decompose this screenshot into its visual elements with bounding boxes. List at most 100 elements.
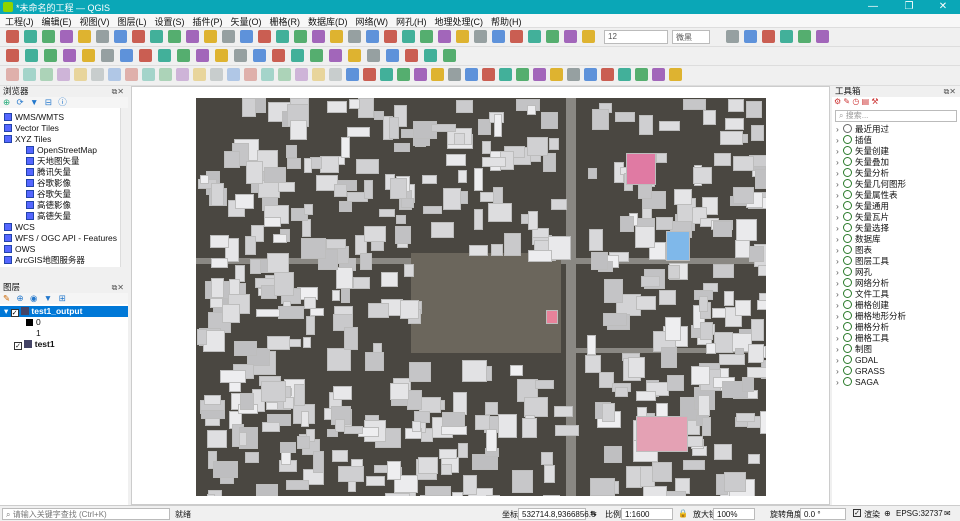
toolbar-tool-icon[interactable] xyxy=(60,30,73,43)
toolbar-tool-icon[interactable] xyxy=(386,49,399,62)
toolbar-tool-icon[interactable] xyxy=(158,49,171,62)
toolbox-provider-item[interactable]: › 矢量选择 xyxy=(836,223,889,234)
toolbar-tool-icon[interactable] xyxy=(261,68,274,81)
toolbar-tool-icon[interactable] xyxy=(798,30,811,43)
toolbar-tool-icon[interactable] xyxy=(780,30,793,43)
toolbar-tool-icon[interactable] xyxy=(346,68,359,81)
toolbar-tool-icon[interactable] xyxy=(424,49,437,62)
expand-arrow-icon[interactable]: › xyxy=(836,146,843,157)
toolbar-tool-icon[interactable] xyxy=(63,49,76,62)
toolbar-tool-icon[interactable] xyxy=(584,68,597,81)
collapse-icon[interactable]: ▾ xyxy=(4,306,8,316)
menu-settings[interactable]: 设置(S) xyxy=(152,14,188,29)
toolbox-provider-item[interactable]: › 栅格创建 xyxy=(836,300,889,311)
browser-item[interactable]: 天地图矢量 xyxy=(26,156,80,167)
browser-item[interactable]: ArcGIS地图服务器 xyxy=(4,255,85,266)
browser-item[interactable]: WFS / OGC API - Features xyxy=(4,233,117,244)
options-icon[interactable]: ⚒ xyxy=(871,97,878,106)
toolbar-tool-icon[interactable] xyxy=(291,49,304,62)
toolbar-tool-icon[interactable] xyxy=(294,30,307,43)
toolbar-tool-icon[interactable] xyxy=(329,49,342,62)
toggle-extents-icon[interactable]: ⇆ xyxy=(590,509,597,518)
browser-item[interactable]: WMS/WMTS xyxy=(4,112,64,123)
toolbox-provider-item[interactable]: › GDAL xyxy=(836,355,878,366)
toolbar-tool-icon[interactable] xyxy=(744,30,757,43)
toolbar-tool-icon[interactable] xyxy=(227,68,240,81)
expand-arrow-icon[interactable]: › xyxy=(836,245,843,256)
browser-item[interactable]: 谷歌矢量 xyxy=(26,189,71,200)
toolbar-tool-icon[interactable] xyxy=(258,30,271,43)
font-family-select[interactable]: 微黑 xyxy=(672,30,710,44)
panel-float-close-icon[interactable]: ⧉✕ xyxy=(112,86,124,97)
browser-item[interactable]: 高德矢量 xyxy=(26,211,71,222)
toolbar-tool-icon[interactable] xyxy=(234,49,247,62)
browser-item[interactable]: 高德影像 xyxy=(26,200,71,211)
toolbar-tool-icon[interactable] xyxy=(330,30,343,43)
toolbar-tool-icon[interactable] xyxy=(499,68,512,81)
toolbar-tool-icon[interactable] xyxy=(168,30,181,43)
toolbox-provider-item[interactable]: › 矢量几何图形 xyxy=(836,179,906,190)
toolbar-tool-icon[interactable] xyxy=(222,30,235,43)
expand-arrow-icon[interactable]: › xyxy=(836,355,843,366)
toolbar-tool-icon[interactable] xyxy=(456,30,469,43)
expand-arrow-icon[interactable]: › xyxy=(836,157,843,168)
toolbar-tool-icon[interactable] xyxy=(6,68,19,81)
browser-scrollbar[interactable] xyxy=(120,108,128,267)
toolbar-tool-icon[interactable] xyxy=(414,68,427,81)
toolbox-provider-item[interactable]: › 矢量通用 xyxy=(836,201,889,212)
toolbar-tool-icon[interactable] xyxy=(438,30,451,43)
toolbar-tool-icon[interactable] xyxy=(601,68,614,81)
layer-row-test1-output[interactable]: ▾ ✓ test1_output xyxy=(0,306,128,317)
browser-item[interactable]: OpenStreetMap xyxy=(26,145,97,156)
toolbar-tool-icon[interactable] xyxy=(546,30,559,43)
toolbar-tool-icon[interactable] xyxy=(510,30,523,43)
expand-arrow-icon[interactable]: › xyxy=(836,190,843,201)
toolbar-tool-icon[interactable] xyxy=(420,30,433,43)
toolbar-tool-icon[interactable] xyxy=(312,30,325,43)
toolbar-tool-icon[interactable] xyxy=(329,68,342,81)
panel-float-close-icon[interactable]: ⧉✕ xyxy=(112,282,124,293)
toolbar-tool-icon[interactable] xyxy=(516,68,529,81)
toolbar-tool-icon[interactable] xyxy=(176,68,189,81)
toolbar-tool-icon[interactable] xyxy=(204,30,217,43)
layer-row-test1[interactable]: ✓ test1 xyxy=(14,339,55,350)
style-icon[interactable]: ✎ xyxy=(3,293,10,303)
menu-help[interactable]: 帮助(H) xyxy=(488,14,525,29)
menu-vector[interactable]: 矢量(O) xyxy=(228,14,265,29)
toolbar-tool-icon[interactable] xyxy=(82,49,95,62)
toolbox-provider-item[interactable]: › 栅格工具 xyxy=(836,333,889,344)
toolbar-tool-icon[interactable] xyxy=(669,68,682,81)
browser-item[interactable]: 谷歌影像 xyxy=(26,178,71,189)
toolbar-tool-icon[interactable] xyxy=(215,49,228,62)
locator-search-input[interactable]: ⌕ 请输入关键字查找 (Ctrl+K) xyxy=(2,508,170,520)
refresh-icon[interactable]: ⟳ xyxy=(17,97,24,107)
toolbar-tool-icon[interactable] xyxy=(363,68,376,81)
menu-mesh[interactable]: 网孔(H) xyxy=(393,14,430,29)
toolbar-tool-icon[interactable] xyxy=(431,68,444,81)
toolbar-tool-icon[interactable] xyxy=(348,49,361,62)
toolbar-tool-icon[interactable] xyxy=(272,49,285,62)
browser-item[interactable]: 腾讯矢量 xyxy=(26,167,71,178)
add-selected-layers-icon[interactable]: ⊕ xyxy=(3,97,10,107)
toolbar-tool-icon[interactable] xyxy=(6,49,19,62)
toolbar-tool-icon[interactable] xyxy=(6,30,19,43)
toolbar-tool-icon[interactable] xyxy=(366,30,379,43)
expand-arrow-icon[interactable]: › xyxy=(836,234,843,245)
scripts-icon[interactable]: ✎ xyxy=(843,97,850,106)
history-icon[interactable]: ◷ xyxy=(852,97,859,106)
toolbar-tool-icon[interactable] xyxy=(210,68,223,81)
toolbar-tool-icon[interactable] xyxy=(582,30,595,43)
menu-view[interactable]: 视图(V) xyxy=(77,14,113,29)
menu-project[interactable]: 工程(J) xyxy=(2,14,37,29)
expand-arrow-icon[interactable]: › xyxy=(836,278,843,289)
toolbar-tool-icon[interactable] xyxy=(114,30,127,43)
toolbar-tool-icon[interactable] xyxy=(120,49,133,62)
expand-arrow-icon[interactable]: › xyxy=(836,300,843,311)
expand-all-icon[interactable]: ⊞ xyxy=(59,293,66,303)
menu-raster[interactable]: 栅格(R) xyxy=(267,14,304,29)
crs-globe-icon[interactable]: ⊕ xyxy=(884,509,891,518)
rotation-field[interactable]: 0.0 ° xyxy=(800,508,846,520)
toolbar-tool-icon[interactable] xyxy=(240,30,253,43)
menu-processing[interactable]: 地理处理(C) xyxy=(432,14,487,29)
toolbar-tool-icon[interactable] xyxy=(101,49,114,62)
